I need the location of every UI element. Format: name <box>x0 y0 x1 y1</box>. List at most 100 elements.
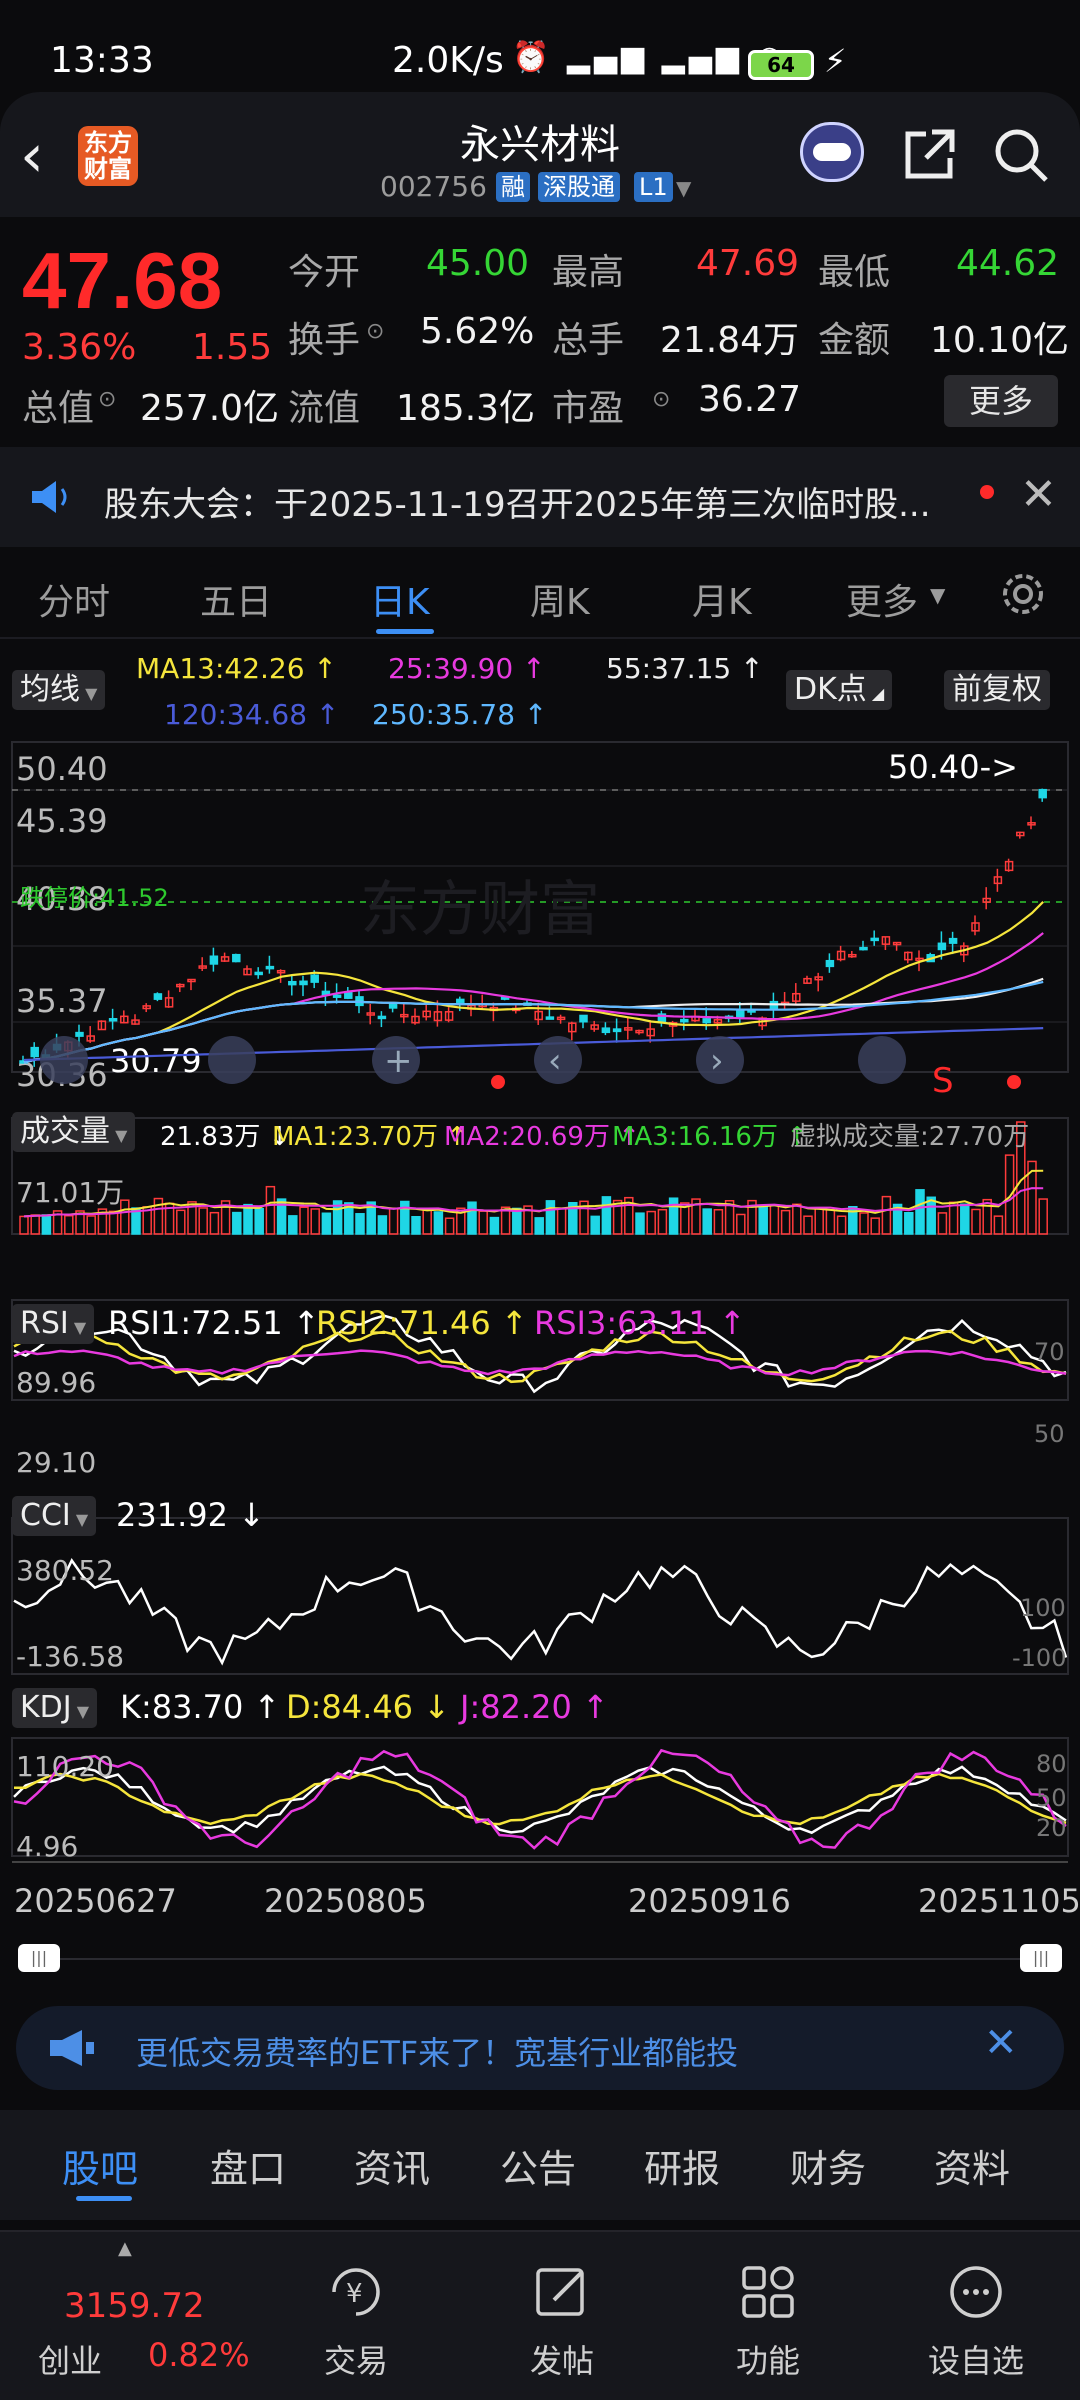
close-icon[interactable]: ✕ <box>1020 469 1057 520</box>
candle-body <box>75 1031 84 1037</box>
tab-news[interactable]: 资讯 <box>354 2138 430 2193</box>
volume-ma1: MA1:23.70万 ↑ <box>272 1122 469 1152</box>
zoom-minus-icon[interactable] <box>208 1036 256 1084</box>
charging-icon: ⚡ <box>824 42 847 80</box>
rsi2-value: RSI2:71.46 ↑ <box>316 1304 528 1342</box>
candle-body <box>377 1015 387 1020</box>
date-label-2: 20250805 <box>264 1882 427 1920</box>
high-marker: 50.40-> <box>888 748 1018 786</box>
grid-icon[interactable] <box>738 2262 798 2322</box>
info-icon[interactable]: ⊙ <box>98 387 116 412</box>
tab-more[interactable]: 更多 <box>846 573 918 625</box>
candle-body <box>948 937 958 944</box>
volume-bar <box>780 1209 791 1235</box>
volume-bar <box>635 1212 645 1235</box>
tab-more-dropdown-icon[interactable]: ▼ <box>930 583 945 607</box>
tab-finance[interactable]: 财务 <box>790 2138 866 2193</box>
ad-close-icon[interactable]: ✕ <box>984 2020 1018 2066</box>
y-label-1: 50.40 <box>16 750 108 788</box>
fullscreen-icon[interactable] <box>858 1036 906 1084</box>
range-right-handle[interactable]: ||| <box>1020 1944 1062 1972</box>
label-low: 最低 <box>818 252 891 293</box>
volume-bar <box>176 1209 186 1235</box>
candle-body <box>769 1000 779 1011</box>
volume-bar <box>444 1217 455 1235</box>
volume-indicator-select[interactable]: 成交量 ▼ <box>12 1112 136 1152</box>
more-quote-button[interactable]: 更多 <box>944 375 1058 427</box>
volume-bar <box>825 1209 836 1235</box>
yen-icon[interactable]: ¥ <box>326 2262 386 2322</box>
tag-connect: 深股通 <box>538 172 620 202</box>
volume-bar <box>467 1201 477 1235</box>
nav-trade[interactable]: 交易 <box>286 2336 426 2382</box>
index-percent[interactable]: 0.82% <box>148 2336 250 2374</box>
volume-bar <box>713 1209 724 1235</box>
volume-bar <box>198 1207 208 1235</box>
candle-body <box>579 1014 588 1023</box>
tab-announcements[interactable]: 公告 <box>500 2138 576 2193</box>
kdj-k-line <box>13 1765 1067 1835</box>
quote-panel: 47.68 3.36% 1.55 今开 45.00 最高 47.69 最低 44… <box>0 217 1080 447</box>
range-left-handle[interactable]: ||| <box>18 1944 60 1972</box>
candle-body <box>209 955 219 965</box>
kdj-d-value: D:84.46 ↓ <box>286 1688 451 1726</box>
volume-bar <box>859 1212 869 1235</box>
range-slider-track[interactable] <box>18 1958 1062 1960</box>
bottom-nav: ▲ 3159.72 创业 0.82% ¥ 交易 发帖 功能 设自选 <box>0 2230 1080 2400</box>
date-label-3: 20250916 <box>628 1882 791 1920</box>
volume-max-label: 71.01万 <box>16 1176 124 1209</box>
event-dot <box>1007 1075 1021 1089</box>
cci-indicator-select[interactable]: CCI ▼ <box>12 1496 97 1536</box>
tab-five-day[interactable]: 五日 <box>200 573 272 625</box>
volume-bar <box>400 1200 410 1235</box>
info-icon[interactable]: ⊙ <box>366 319 384 344</box>
candle-body <box>859 946 868 951</box>
candle-body <box>1038 788 1047 799</box>
nav-functions[interactable]: 功能 <box>698 2336 838 2382</box>
notice-bar[interactable]: 股东大会：于2025-11-19召开2025年第三次临时股... ✕ <box>0 447 1080 547</box>
assistant-robot-icon[interactable] <box>800 122 864 182</box>
tab-weekly-k[interactable]: 周K <box>530 573 590 625</box>
candle-body <box>937 942 947 951</box>
volume-bar <box>534 1217 544 1235</box>
value-turnover: 5.62% <box>420 311 535 352</box>
settings-gear-icon[interactable] <box>996 567 1050 621</box>
nav-post[interactable]: 发帖 <box>492 2336 632 2382</box>
chart-svg[interactable]: 东方财富 50.40 45.39 40.38 35.37 30.36 跌停价:4… <box>0 640 1080 1960</box>
index-value[interactable]: 3159.72 <box>64 2286 205 2326</box>
volume-bar <box>904 1211 914 1235</box>
zoom-out-icon[interactable] <box>40 1036 88 1084</box>
candle-body <box>825 959 835 968</box>
tab-daily-k[interactable]: 日K <box>370 573 430 625</box>
volume-bar <box>814 1207 824 1235</box>
nav-add-watchlist[interactable]: 设自选 <box>906 2336 1046 2382</box>
tab-monthly-k[interactable]: 月K <box>692 573 752 625</box>
more-dots-icon[interactable] <box>946 2262 1006 2322</box>
index-name[interactable]: 创业 <box>38 2336 102 2382</box>
speaker-icon <box>32 481 67 513</box>
kdj-ref-80: 80 <box>1036 1750 1067 1778</box>
tab-intraday[interactable]: 分时 <box>38 573 110 625</box>
kdj-indicator-select[interactable]: KDJ ▼ <box>12 1688 98 1728</box>
ad-banner[interactable]: 更低交易费率的ETF来了！宽基行业都能投 ✕ <box>16 2006 1064 2090</box>
notice-text: 股东大会：于2025-11-19召开2025年第三次临时股... <box>104 485 931 525</box>
active-tab-indicator <box>376 629 434 634</box>
volume-bar <box>948 1201 959 1235</box>
cci-ref-top: 100 <box>1020 1594 1066 1622</box>
kdj-indicator-label: KDJ <box>20 1690 72 1725</box>
tab-profile[interactable]: 资料 <box>934 2138 1010 2193</box>
edit-icon[interactable] <box>532 2262 592 2322</box>
expand-up-icon[interactable]: ▲ <box>118 2238 132 2259</box>
tab-forum[interactable]: 股吧 <box>62 2138 138 2193</box>
share-icon[interactable] <box>902 126 958 182</box>
rsi-indicator-select[interactable]: RSI ▼ <box>12 1304 95 1344</box>
tab-research[interactable]: 研报 <box>644 2138 720 2193</box>
volume-bar <box>545 1200 556 1235</box>
candle-body <box>30 1046 39 1058</box>
info-icon[interactable]: ⊙ <box>652 387 670 412</box>
kdj-j-value: J:82.20 ↑ <box>460 1688 609 1726</box>
search-icon[interactable] <box>992 126 1050 184</box>
tag-dropdown-icon[interactable]: ▼ <box>676 176 691 200</box>
tab-orderbook[interactable]: 盘口 <box>210 2138 286 2193</box>
volume-bar <box>86 1215 96 1235</box>
